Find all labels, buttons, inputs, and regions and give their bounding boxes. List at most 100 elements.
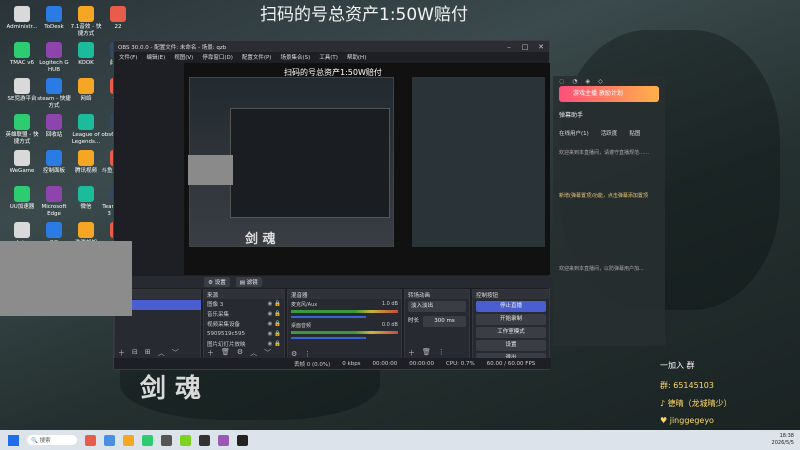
minimize-button[interactable]: –: [501, 43, 517, 51]
app-icon: [78, 222, 94, 238]
eye-lock-icon[interactable]: ◉ 🔒: [268, 321, 281, 327]
volume-slider[interactable]: [291, 337, 366, 339]
taskbar: 🔍 搜索 18:38 2026/5/5: [0, 430, 800, 450]
eye-lock-icon[interactable]: ◉ 🔒: [268, 301, 281, 307]
settings-chip[interactable]: ⚙ 设置: [204, 277, 230, 287]
eye-lock-icon[interactable]: ◉ 🔒: [268, 311, 281, 317]
app-icon[interactable]: [104, 434, 115, 446]
wechat-icon[interactable]: [180, 434, 191, 446]
trash-icon[interactable]: 🗑: [221, 348, 230, 358]
folder-icon[interactable]: [123, 434, 134, 446]
tab-stickers[interactable]: 贴图: [629, 129, 640, 137]
desktop-icon[interactable]: ToDesk: [36, 6, 72, 31]
mic-icon[interactable]: ◔: [572, 78, 577, 85]
app-icon[interactable]: [218, 434, 229, 446]
app-icon[interactable]: [161, 434, 172, 446]
add-icon[interactable]: ＋: [118, 348, 125, 358]
filters-chip[interactable]: ▤ 滤镜: [235, 277, 262, 287]
desktop-icon[interactable]: WeGame: [4, 150, 40, 175]
properties-icon[interactable]: ⊞: [145, 348, 151, 358]
source-item[interactable]: 5909519c595 ◉ 🔒: [204, 329, 284, 339]
eye-lock-icon[interactable]: ◉ 🔒: [268, 341, 281, 347]
incentive-banner[interactable]: 游戏主播 激励计划: [559, 86, 659, 102]
desktop-icon-label: Administr...: [6, 24, 38, 30]
menu-view[interactable]: 视图(V): [174, 53, 193, 61]
duration-input[interactable]: 300 ms: [423, 316, 466, 327]
desktop-icon[interactable]: Logitech G HUB: [36, 42, 72, 74]
obs-title-bar[interactable]: OBS 30.0.0 - 配置文件: 未命名 - 场景: qzb – □ ✕: [114, 41, 549, 52]
remove-icon[interactable]: ⊟: [132, 348, 138, 358]
desktop-icon[interactable]: 腾讯视频: [68, 150, 104, 175]
desktop-icon[interactable]: SE児游平台: [4, 78, 40, 103]
windows-start-icon[interactable]: [8, 434, 19, 446]
preview-canvas[interactable]: 扫码的号总资产1:50W赔付 剑 魂: [184, 63, 550, 275]
studio-mode-button[interactable]: 工作室模式: [476, 327, 546, 338]
desktop-icon[interactable]: 英雄联盟 - 快捷方式: [4, 114, 40, 146]
desktop-icon[interactable]: Administr...: [4, 6, 40, 31]
chat-icon[interactable]: ◌: [559, 78, 564, 85]
desktop-icon[interactable]: 控制面板: [36, 150, 72, 175]
desktop-icon-label: 腾讯视频: [74, 168, 97, 174]
close-button[interactable]: ✕: [533, 43, 549, 51]
app-icon: [46, 114, 62, 130]
desktop-icon[interactable]: UU加速器: [4, 186, 40, 211]
transitions-footer: ＋ 🗑 ⋮: [408, 348, 445, 358]
eye-lock-icon[interactable]: ◉ 🔒: [268, 331, 281, 337]
search-box[interactable]: 🔍 搜索: [27, 435, 77, 445]
app-icon[interactable]: [237, 434, 248, 446]
up-icon[interactable]: ︿: [158, 348, 165, 358]
gear-icon[interactable]: ⚙: [237, 348, 243, 358]
volume-meter: [291, 331, 398, 334]
edge-icon[interactable]: [142, 434, 153, 446]
gift-icon[interactable]: ◇: [598, 78, 603, 85]
add-icon[interactable]: ＋: [408, 348, 415, 358]
menu-scene-collection[interactable]: 场景集合(S): [280, 53, 310, 61]
desktop-icon[interactable]: 回收站: [36, 114, 72, 139]
desktop-icon[interactable]: League of Legends...: [68, 114, 104, 146]
source-item[interactable]: 视频采集设备 ◉ 🔒: [204, 319, 284, 329]
tab-online-users[interactable]: 在线用户(1): [559, 129, 589, 137]
down-icon[interactable]: ﹀: [172, 348, 179, 358]
down-icon[interactable]: ﹀: [264, 348, 271, 358]
chat-panel[interactable]: ◌ ◔ ◈ ◇ 游戏主播 激励计划 弹幕助手 在线用户(1) 活跃度 贴图 欢迎…: [553, 76, 665, 346]
desktop-icon[interactable]: 7.1音效 - 快捷方式: [68, 6, 104, 38]
menu-file[interactable]: 文件(F): [119, 53, 137, 61]
trash-icon[interactable]: 🗑: [422, 348, 431, 358]
obs-window[interactable]: OBS 30.0.0 - 配置文件: 未命名 - 场景: qzb – □ ✕ 文…: [113, 40, 551, 370]
start-recording-button[interactable]: 开始录制: [476, 314, 546, 325]
rec-time: 00:00:00: [409, 360, 434, 367]
volume-slider[interactable]: [291, 316, 366, 318]
transition-select[interactable]: 淡入淡出: [408, 301, 466, 312]
desktop-icon[interactable]: steam - 快捷方式: [36, 78, 72, 110]
source-item[interactable]: 图像 3 ◉ 🔒: [204, 299, 284, 309]
obs-icon[interactable]: [199, 434, 210, 446]
tab-activity[interactable]: 活跃度: [601, 129, 618, 137]
desktop-icon[interactable]: 网络: [68, 78, 104, 103]
share-icon[interactable]: ◈: [586, 78, 591, 85]
menu-help[interactable]: 帮助(H): [347, 53, 366, 61]
add-icon[interactable]: ＋: [207, 348, 214, 358]
menu-profile[interactable]: 配置文件(P): [242, 53, 272, 61]
menu-tools[interactable]: 工具(T): [319, 53, 338, 61]
taskbar-clock[interactable]: 18:38 2026/5/5: [772, 433, 794, 447]
settings-button[interactable]: 设置: [476, 340, 546, 351]
app-icon[interactable]: [85, 434, 96, 446]
desktop-icon[interactable]: KOOK: [68, 42, 104, 67]
more-icon[interactable]: ⋮: [304, 350, 311, 358]
up-icon[interactable]: ︿: [250, 348, 257, 358]
source-item[interactable]: 音乐采集 ◉ 🔒: [204, 309, 284, 319]
stop-streaming-button[interactable]: 停止直播: [476, 301, 546, 312]
app-icon: [46, 222, 62, 238]
desktop-icon[interactable]: Microsoft Edge: [36, 186, 72, 218]
menu-edit[interactable]: 编辑(E): [146, 53, 165, 61]
menu-docks[interactable]: 停靠窗口(D): [202, 53, 233, 61]
desktop-icon[interactable]: 22: [100, 6, 136, 31]
app-icon: [46, 186, 62, 202]
desktop-icon-label: 控制面板: [42, 168, 65, 174]
chat-toolbar: ◌ ◔ ◈ ◇: [553, 76, 665, 86]
maximize-button[interactable]: □: [517, 43, 533, 51]
desktop-icon[interactable]: 微信: [68, 186, 104, 211]
gear-icon[interactable]: ⚙: [291, 350, 297, 358]
more-icon[interactable]: ⋮: [438, 348, 445, 358]
desktop-icon[interactable]: TMAC v6: [4, 42, 40, 67]
